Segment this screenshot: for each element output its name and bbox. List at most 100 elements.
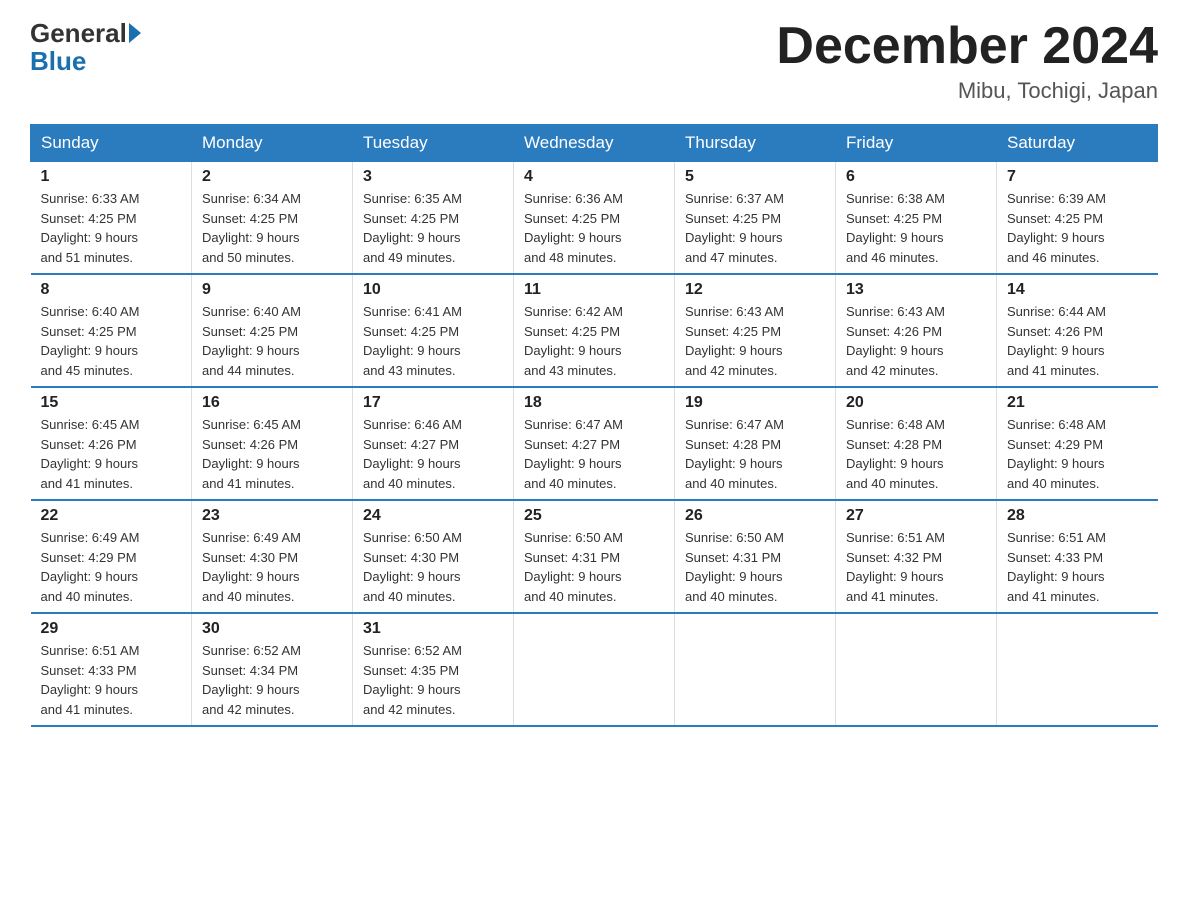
month-title: December 2024 xyxy=(776,20,1158,72)
calendar-week-row: 8 Sunrise: 6:40 AMSunset: 4:25 PMDayligh… xyxy=(31,274,1158,387)
calendar-week-row: 29 Sunrise: 6:51 AMSunset: 4:33 PMDaylig… xyxy=(31,613,1158,726)
day-number: 8 xyxy=(41,281,182,299)
day-number: 7 xyxy=(1007,168,1148,186)
header-saturday: Saturday xyxy=(997,125,1158,162)
day-number: 31 xyxy=(363,620,503,638)
day-info: Sunrise: 6:43 AMSunset: 4:26 PMDaylight:… xyxy=(846,304,945,378)
calendar-day-cell: 27 Sunrise: 6:51 AMSunset: 4:32 PMDaylig… xyxy=(836,500,997,613)
logo-general-text: General xyxy=(30,20,127,46)
calendar-day-cell: 13 Sunrise: 6:43 AMSunset: 4:26 PMDaylig… xyxy=(836,274,997,387)
day-number: 14 xyxy=(1007,281,1148,299)
calendar-day-cell: 28 Sunrise: 6:51 AMSunset: 4:33 PMDaylig… xyxy=(997,500,1158,613)
day-number: 19 xyxy=(685,394,825,412)
calendar-day-cell: 10 Sunrise: 6:41 AMSunset: 4:25 PMDaylig… xyxy=(353,274,514,387)
calendar-day-cell: 7 Sunrise: 6:39 AMSunset: 4:25 PMDayligh… xyxy=(997,162,1158,275)
calendar-day-cell: 14 Sunrise: 6:44 AMSunset: 4:26 PMDaylig… xyxy=(997,274,1158,387)
calendar-day-cell: 26 Sunrise: 6:50 AMSunset: 4:31 PMDaylig… xyxy=(675,500,836,613)
calendar-week-row: 22 Sunrise: 6:49 AMSunset: 4:29 PMDaylig… xyxy=(31,500,1158,613)
day-info: Sunrise: 6:45 AMSunset: 4:26 PMDaylight:… xyxy=(41,417,140,491)
day-info: Sunrise: 6:50 AMSunset: 4:31 PMDaylight:… xyxy=(524,530,623,604)
day-number: 21 xyxy=(1007,394,1148,412)
day-info: Sunrise: 6:45 AMSunset: 4:26 PMDaylight:… xyxy=(202,417,301,491)
day-info: Sunrise: 6:48 AMSunset: 4:29 PMDaylight:… xyxy=(1007,417,1106,491)
day-info: Sunrise: 6:33 AMSunset: 4:25 PMDaylight:… xyxy=(41,191,140,265)
logo: General Blue xyxy=(30,20,143,77)
day-info: Sunrise: 6:47 AMSunset: 4:28 PMDaylight:… xyxy=(685,417,784,491)
day-info: Sunrise: 6:51 AMSunset: 4:33 PMDaylight:… xyxy=(41,643,140,717)
calendar-day-cell: 3 Sunrise: 6:35 AMSunset: 4:25 PMDayligh… xyxy=(353,162,514,275)
calendar-day-cell: 11 Sunrise: 6:42 AMSunset: 4:25 PMDaylig… xyxy=(514,274,675,387)
day-info: Sunrise: 6:52 AMSunset: 4:35 PMDaylight:… xyxy=(363,643,462,717)
day-number: 3 xyxy=(363,168,503,186)
day-info: Sunrise: 6:47 AMSunset: 4:27 PMDaylight:… xyxy=(524,417,623,491)
day-number: 2 xyxy=(202,168,342,186)
day-info: Sunrise: 6:37 AMSunset: 4:25 PMDaylight:… xyxy=(685,191,784,265)
header-wednesday: Wednesday xyxy=(514,125,675,162)
calendar-day-cell: 20 Sunrise: 6:48 AMSunset: 4:28 PMDaylig… xyxy=(836,387,997,500)
calendar-day-cell: 22 Sunrise: 6:49 AMSunset: 4:29 PMDaylig… xyxy=(31,500,192,613)
day-number: 26 xyxy=(685,507,825,525)
logo-triangle-icon xyxy=(129,23,141,43)
day-info: Sunrise: 6:39 AMSunset: 4:25 PMDaylight:… xyxy=(1007,191,1106,265)
calendar-day-cell xyxy=(836,613,997,726)
day-info: Sunrise: 6:35 AMSunset: 4:25 PMDaylight:… xyxy=(363,191,462,265)
calendar-day-cell: 9 Sunrise: 6:40 AMSunset: 4:25 PMDayligh… xyxy=(192,274,353,387)
day-number: 6 xyxy=(846,168,986,186)
day-info: Sunrise: 6:51 AMSunset: 4:32 PMDaylight:… xyxy=(846,530,945,604)
day-number: 13 xyxy=(846,281,986,299)
header-sunday: Sunday xyxy=(31,125,192,162)
day-info: Sunrise: 6:52 AMSunset: 4:34 PMDaylight:… xyxy=(202,643,301,717)
calendar-day-cell: 18 Sunrise: 6:47 AMSunset: 4:27 PMDaylig… xyxy=(514,387,675,500)
day-number: 9 xyxy=(202,281,342,299)
day-info: Sunrise: 6:41 AMSunset: 4:25 PMDaylight:… xyxy=(363,304,462,378)
title-area: December 2024 Mibu, Tochigi, Japan xyxy=(776,20,1158,104)
day-info: Sunrise: 6:49 AMSunset: 4:30 PMDaylight:… xyxy=(202,530,301,604)
day-info: Sunrise: 6:42 AMSunset: 4:25 PMDaylight:… xyxy=(524,304,623,378)
logo-blue-text: Blue xyxy=(30,46,86,77)
day-number: 27 xyxy=(846,507,986,525)
day-number: 23 xyxy=(202,507,342,525)
calendar-day-cell: 23 Sunrise: 6:49 AMSunset: 4:30 PMDaylig… xyxy=(192,500,353,613)
day-info: Sunrise: 6:50 AMSunset: 4:30 PMDaylight:… xyxy=(363,530,462,604)
calendar-day-cell xyxy=(675,613,836,726)
day-number: 25 xyxy=(524,507,664,525)
day-number: 24 xyxy=(363,507,503,525)
location-text: Mibu, Tochigi, Japan xyxy=(776,78,1158,104)
calendar-day-cell: 15 Sunrise: 6:45 AMSunset: 4:26 PMDaylig… xyxy=(31,387,192,500)
header-thursday: Thursday xyxy=(675,125,836,162)
calendar-header: Sunday Monday Tuesday Wednesday Thursday… xyxy=(31,125,1158,162)
calendar-day-cell: 6 Sunrise: 6:38 AMSunset: 4:25 PMDayligh… xyxy=(836,162,997,275)
day-number: 28 xyxy=(1007,507,1148,525)
calendar-day-cell: 24 Sunrise: 6:50 AMSunset: 4:30 PMDaylig… xyxy=(353,500,514,613)
day-info: Sunrise: 6:44 AMSunset: 4:26 PMDaylight:… xyxy=(1007,304,1106,378)
calendar-day-cell: 30 Sunrise: 6:52 AMSunset: 4:34 PMDaylig… xyxy=(192,613,353,726)
day-number: 1 xyxy=(41,168,182,186)
calendar-day-cell: 17 Sunrise: 6:46 AMSunset: 4:27 PMDaylig… xyxy=(353,387,514,500)
day-number: 4 xyxy=(524,168,664,186)
page-header: General Blue December 2024 Mibu, Tochigi… xyxy=(30,20,1158,104)
day-number: 15 xyxy=(41,394,182,412)
calendar-day-cell: 21 Sunrise: 6:48 AMSunset: 4:29 PMDaylig… xyxy=(997,387,1158,500)
calendar-day-cell: 12 Sunrise: 6:43 AMSunset: 4:25 PMDaylig… xyxy=(675,274,836,387)
day-number: 16 xyxy=(202,394,342,412)
day-number: 11 xyxy=(524,281,664,299)
calendar-body: 1 Sunrise: 6:33 AMSunset: 4:25 PMDayligh… xyxy=(31,162,1158,727)
day-info: Sunrise: 6:34 AMSunset: 4:25 PMDaylight:… xyxy=(202,191,301,265)
day-info: Sunrise: 6:38 AMSunset: 4:25 PMDaylight:… xyxy=(846,191,945,265)
day-number: 12 xyxy=(685,281,825,299)
day-info: Sunrise: 6:43 AMSunset: 4:25 PMDaylight:… xyxy=(685,304,784,378)
day-info: Sunrise: 6:50 AMSunset: 4:31 PMDaylight:… xyxy=(685,530,784,604)
calendar-day-cell: 1 Sunrise: 6:33 AMSunset: 4:25 PMDayligh… xyxy=(31,162,192,275)
weekday-header-row: Sunday Monday Tuesday Wednesday Thursday… xyxy=(31,125,1158,162)
day-number: 18 xyxy=(524,394,664,412)
day-info: Sunrise: 6:51 AMSunset: 4:33 PMDaylight:… xyxy=(1007,530,1106,604)
calendar-day-cell: 2 Sunrise: 6:34 AMSunset: 4:25 PMDayligh… xyxy=(192,162,353,275)
day-number: 10 xyxy=(363,281,503,299)
calendar-day-cell: 16 Sunrise: 6:45 AMSunset: 4:26 PMDaylig… xyxy=(192,387,353,500)
day-info: Sunrise: 6:36 AMSunset: 4:25 PMDaylight:… xyxy=(524,191,623,265)
header-friday: Friday xyxy=(836,125,997,162)
day-number: 22 xyxy=(41,507,182,525)
day-number: 17 xyxy=(363,394,503,412)
calendar-table: Sunday Monday Tuesday Wednesday Thursday… xyxy=(30,124,1158,727)
header-tuesday: Tuesday xyxy=(353,125,514,162)
